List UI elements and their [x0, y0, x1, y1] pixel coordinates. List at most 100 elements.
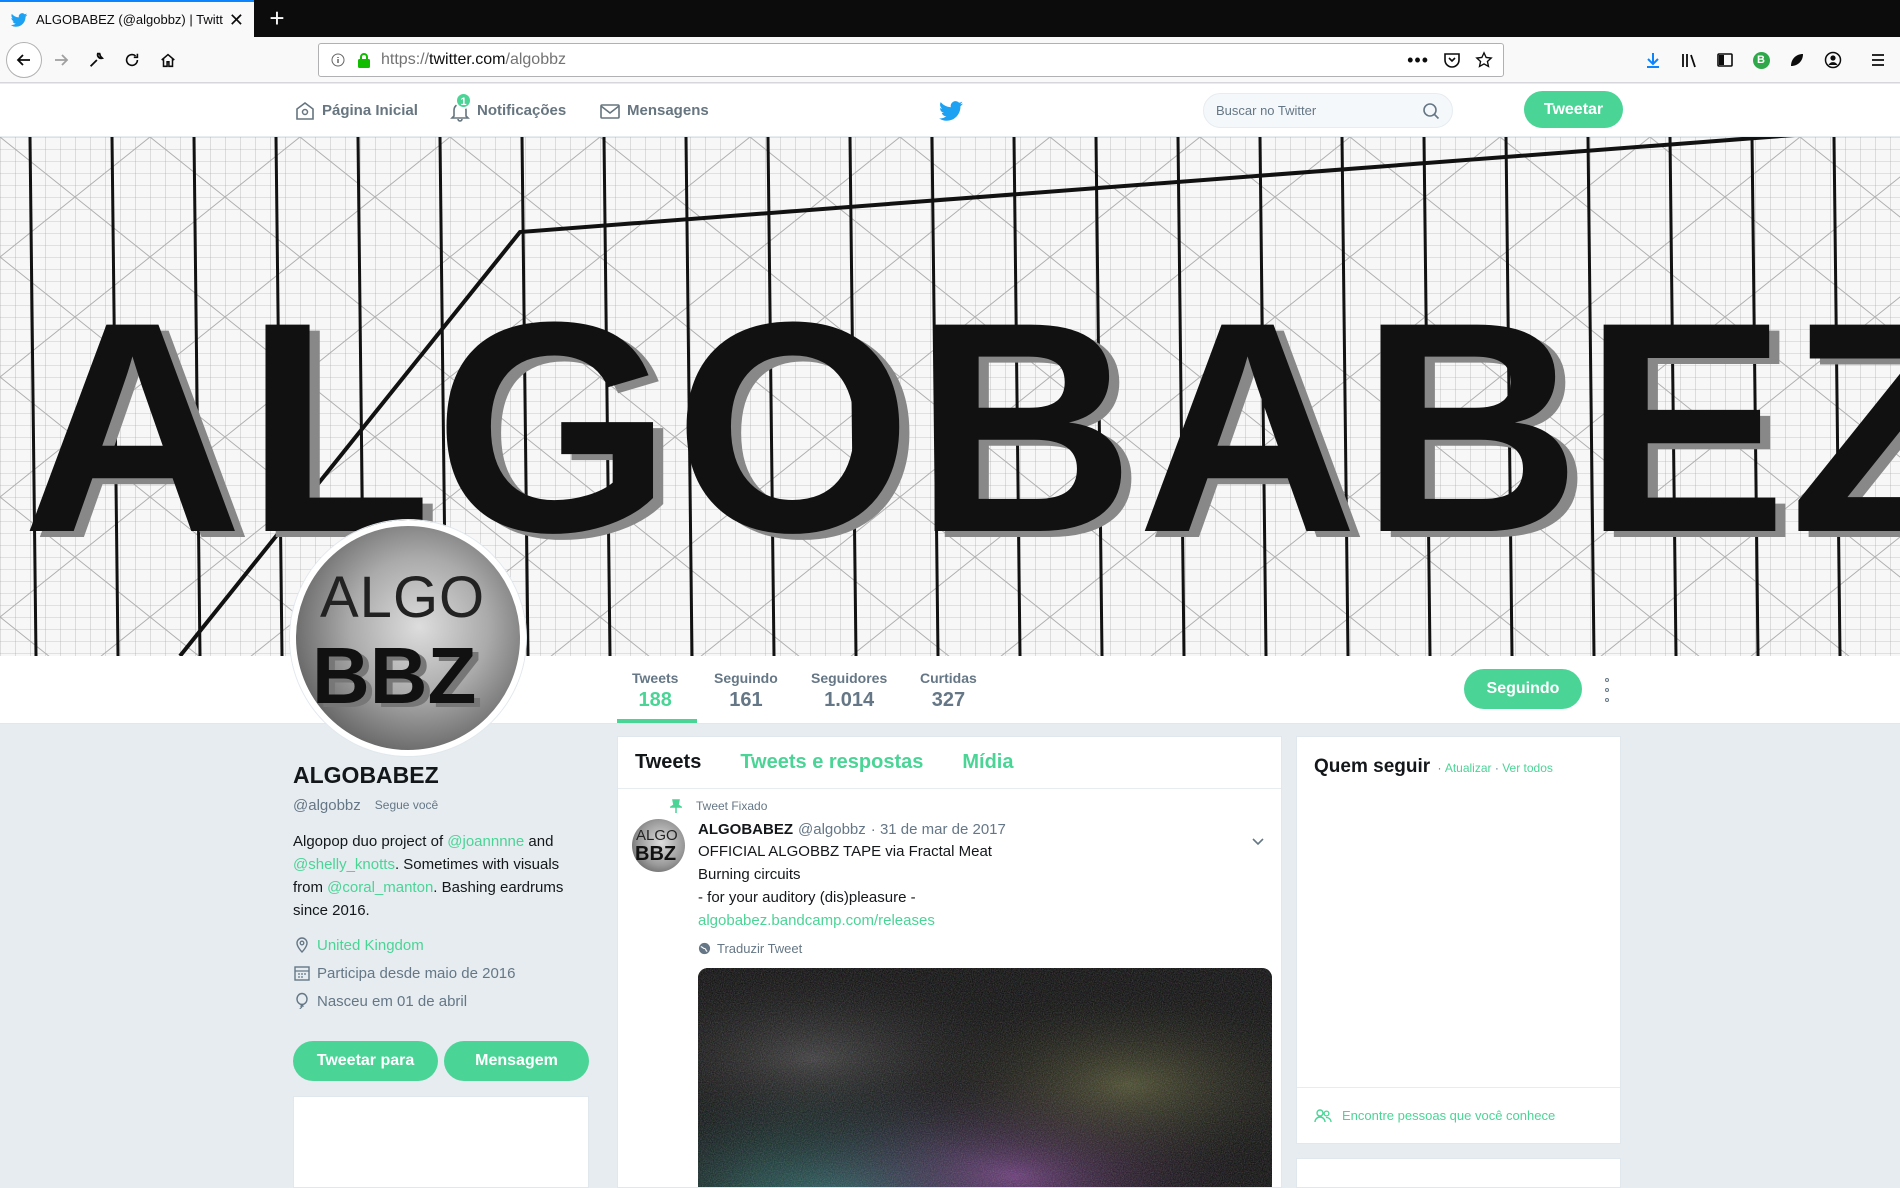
profile-birthday: Nasceu em 01 de abril [293, 992, 589, 1010]
twitter-logo-icon[interactable] [938, 98, 964, 124]
menu-button[interactable] [1863, 45, 1893, 75]
refresh-link[interactable]: Atualizar [1445, 761, 1492, 775]
new-tab-button[interactable]: + [262, 3, 292, 33]
view-all-link[interactable]: Ver todos [1502, 761, 1553, 775]
nav-notifications-label: Notificações [477, 102, 567, 119]
stat-followers[interactable]: Seguidores 1.014 [811, 670, 887, 712]
profile-stats-bar: Tweets 188 Seguindo 161 Seguidores 1.014… [0, 656, 1900, 724]
url-host: twitter.com [429, 51, 506, 68]
reload-icon [125, 53, 139, 67]
bio-mention-link[interactable]: @shelly_knotts [293, 856, 395, 873]
leaf-extension-icon [1791, 54, 1803, 66]
tweet-author-name[interactable]: ALGOBABEZ [698, 821, 793, 838]
search-input[interactable] [1216, 103, 1422, 118]
tab-title: ALGOBABEZ (@algobbz) | Twitter [36, 12, 223, 27]
extension-leaf-button[interactable] [1782, 45, 1812, 75]
tab-media[interactable]: Mídia [962, 751, 1013, 774]
tweet-avatar-text-top: ALGO [636, 827, 678, 844]
sidebar-button[interactable] [1710, 45, 1740, 75]
profile-action-buttons: Tweetar para Mensagem [293, 1041, 589, 1081]
profile-name[interactable]: ALGOBABEZ [293, 762, 589, 789]
envelope-icon [600, 103, 620, 119]
pinned-tweet[interactable]: Tweet Fixado ALGO BBZ ALGOBABEZ @algobbz… [618, 789, 1281, 1187]
translate-label: Traduzir Tweet [717, 941, 803, 956]
location-pin-icon [296, 937, 308, 953]
page-actions-icon[interactable]: ••• [1407, 50, 1429, 71]
lock-icon[interactable] [355, 51, 373, 69]
tab-tweets[interactable]: Tweets [635, 751, 701, 774]
pinned-label-text: Tweet Fixado [696, 799, 768, 813]
library-button[interactable] [1674, 45, 1704, 75]
customize-button[interactable] [81, 45, 111, 75]
tweet-link[interactable]: algobabez.bandcamp.com/releases [698, 909, 1281, 932]
tweet-media-image[interactable] [698, 968, 1272, 1187]
profile-avatar[interactable]: ALGO BBZ [290, 520, 526, 756]
extension-b-button[interactable]: B [1746, 45, 1776, 75]
url-path: /algobbz [505, 51, 567, 68]
nav-messages[interactable]: Mensagens [599, 84, 709, 137]
info-icon[interactable] [329, 51, 347, 69]
profile-bio: Algopop duo project of @joannnne and @sh… [293, 830, 589, 922]
left-sidebar-module [293, 1096, 589, 1188]
pocket-icon[interactable] [1443, 51, 1461, 69]
stat-followers-value: 1.014 [824, 689, 875, 711]
profile-handle[interactable]: @algobbz [293, 797, 361, 814]
tweet-author-handle[interactable]: @algobbz [798, 821, 866, 838]
downloads-button[interactable] [1638, 45, 1668, 75]
calendar-icon [294, 966, 310, 981]
reload-button[interactable] [117, 45, 147, 75]
tweet-author-avatar[interactable]: ALGO BBZ [632, 819, 685, 872]
media-noise-graphic [698, 968, 1272, 1187]
follows-you-badge: Segue você [370, 796, 443, 814]
tweet-timestamp[interactable]: · 31 de mar de 2017 [871, 821, 1006, 838]
account-button[interactable] [1818, 45, 1848, 75]
hamburger-menu-icon [1872, 54, 1884, 66]
address-bar[interactable]: https://twitter.com/algobbz ••• [318, 43, 1504, 77]
home-button[interactable] [153, 45, 183, 75]
tab-close-icon[interactable]: ✕ [229, 11, 244, 29]
url-scheme: https:// [381, 51, 430, 68]
nav-messages-label: Mensagens [627, 102, 709, 119]
pin-icon [670, 799, 682, 813]
nav-home[interactable]: Página Inicial [294, 84, 418, 137]
search-icon[interactable] [1422, 102, 1440, 120]
browser-toolbar: https://twitter.com/algobbz ••• B [0, 37, 1900, 83]
url-text[interactable]: https://twitter.com/algobbz [381, 51, 1407, 69]
stat-following[interactable]: Seguindo 161 [714, 670, 778, 712]
stat-tweets[interactable]: Tweets 188 [632, 670, 678, 712]
forward-button[interactable] [46, 45, 76, 75]
chevron-down-icon[interactable] [1251, 837, 1265, 847]
home-icon [296, 101, 314, 120]
tab-tweets-and-replies[interactable]: Tweets e respostas [740, 751, 923, 774]
bio-mention-link[interactable]: @joannnne [447, 833, 524, 850]
sidebar-icon [1717, 53, 1733, 67]
tweet-avatar-text-bottom: BBZ [635, 843, 677, 865]
forward-arrow-icon [55, 54, 69, 66]
twitter-search[interactable] [1203, 93, 1453, 128]
message-button[interactable]: Mensagem [444, 1041, 589, 1081]
following-button[interactable]: Seguindo [1464, 669, 1582, 709]
find-people-link[interactable]: Encontre pessoas que você conhece [1297, 1087, 1620, 1143]
bio-mention-link[interactable]: @coral_manton [327, 879, 433, 896]
twitter-top-nav: Página Inicial 1 Notificações Mensagens … [0, 84, 1900, 137]
back-button[interactable] [6, 42, 42, 78]
location-link[interactable]: United Kingdom [317, 937, 424, 954]
profile-timeline: Tweets Tweets e respostas Mídia Tweet Fi… [617, 736, 1282, 1188]
bookmark-star-icon[interactable] [1475, 51, 1493, 69]
stat-likes-value: 327 [931, 689, 966, 711]
more-options-icon[interactable] [1600, 678, 1614, 702]
nav-notifications[interactable]: 1 Notificações [449, 84, 566, 137]
balloon-icon [296, 992, 308, 1010]
active-stat-underline [617, 719, 697, 723]
stat-followers-label: Seguidores [811, 670, 888, 686]
people-icon [1314, 1108, 1332, 1122]
tweet-button[interactable]: Tweetar [1524, 91, 1623, 128]
translate-tweet[interactable]: Traduzir Tweet [698, 941, 1281, 956]
tweet-header: ALGOBABEZ @algobbz · 31 de mar de 2017 [698, 821, 1281, 838]
profile-banner[interactable]: ALGOBABEZ [0, 137, 1900, 656]
stat-likes[interactable]: Curtidas 327 [920, 670, 977, 712]
stat-tweets-label: Tweets [632, 670, 679, 686]
browser-tab[interactable]: ALGOBABEZ (@algobbz) | Twitter ✕ [0, 0, 254, 37]
tweet-to-button[interactable]: Tweetar para [293, 1041, 438, 1081]
tweet-text: OFFICIAL ALGOBBZ TAPE via Fractal Meat B… [698, 840, 1281, 932]
